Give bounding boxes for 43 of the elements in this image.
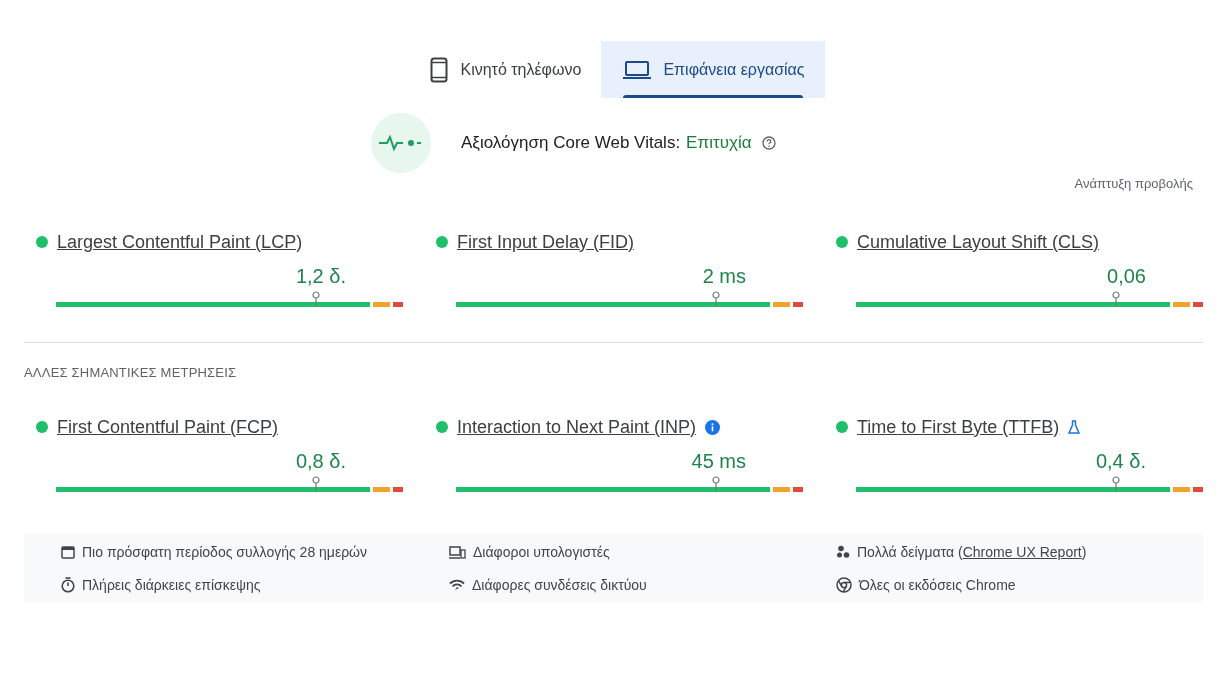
metric-link[interactable]: First Contentful Paint (FCP)	[57, 416, 279, 438]
info-text: Όλες οι εκδόσεις Chrome	[859, 577, 1016, 593]
wifi-icon	[449, 579, 465, 591]
info-text: Πολλά δείγματα (Chrome UX Report)	[857, 544, 1087, 560]
metric-link[interactable]: Interaction to Next Paint (INP)	[457, 416, 697, 438]
report-link[interactable]: Chrome UX Report	[962, 544, 1082, 560]
metric-value: 2 ms	[702, 265, 746, 287]
info-icon[interactable]	[705, 419, 721, 435]
info-text: Πιο πρόσφατη περίοδος συλλογής 28 ημερών	[82, 544, 368, 560]
flask-icon[interactable]	[1068, 420, 1081, 434]
metric-link[interactable]: Time to First Byte (TTFB)	[857, 416, 1060, 438]
status-dot	[36, 421, 48, 433]
metric-value: 1,2 δ.	[295, 265, 346, 287]
info-text: Διάφορες συνδέσεις δικτύου	[472, 577, 647, 593]
assessment-result: Επιτυχία	[686, 133, 752, 153]
status-dot	[836, 236, 848, 248]
status-dot	[836, 421, 848, 433]
status-dot	[436, 421, 448, 433]
metric-value: 0,4 δ.	[1095, 450, 1146, 472]
metric-value: 45 ms	[691, 450, 746, 472]
tab[interactable]: Επιφάνεια εργασίας	[601, 41, 825, 98]
calendar-icon	[61, 545, 75, 559]
status-dot	[36, 236, 48, 248]
metric-value: 0,8 δ.	[295, 450, 346, 472]
expand-view-link[interactable]: Ανάπτυξη προβολής	[1074, 176, 1193, 191]
info-text: Πλήρεις διάρκειες επίσκεψης	[82, 577, 261, 593]
status-dot	[436, 236, 448, 248]
tab[interactable]: Κινητό τηλέφωνο	[414, 41, 602, 98]
phone-icon	[430, 56, 449, 83]
vitals-icon	[371, 113, 431, 173]
metric-link[interactable]: Cumulative Layout Shift (CLS)	[857, 231, 1100, 253]
timer-icon	[61, 577, 75, 593]
chrome-icon	[836, 577, 852, 593]
dots-icon	[836, 545, 850, 559]
metric-link[interactable]: Largest Contentful Paint (LCP)	[57, 231, 303, 253]
devices-icon	[449, 545, 466, 559]
help-icon[interactable]	[761, 136, 776, 150]
metric-value: 0,06	[1107, 265, 1146, 287]
section-title: ΑΛΛΕΣ ΣΗΜΑΝΤΙΚΕΣ ΜΕΤΡΗΣΕΙΣ	[24, 365, 238, 380]
assessment-label: Αξιολόγηση Core Web Vitals:	[461, 133, 681, 153]
laptop-icon	[623, 59, 652, 80]
info-text: Διάφοροι υπολογιστές	[473, 544, 610, 560]
metric-link[interactable]: First Input Delay (FID)	[457, 231, 635, 253]
